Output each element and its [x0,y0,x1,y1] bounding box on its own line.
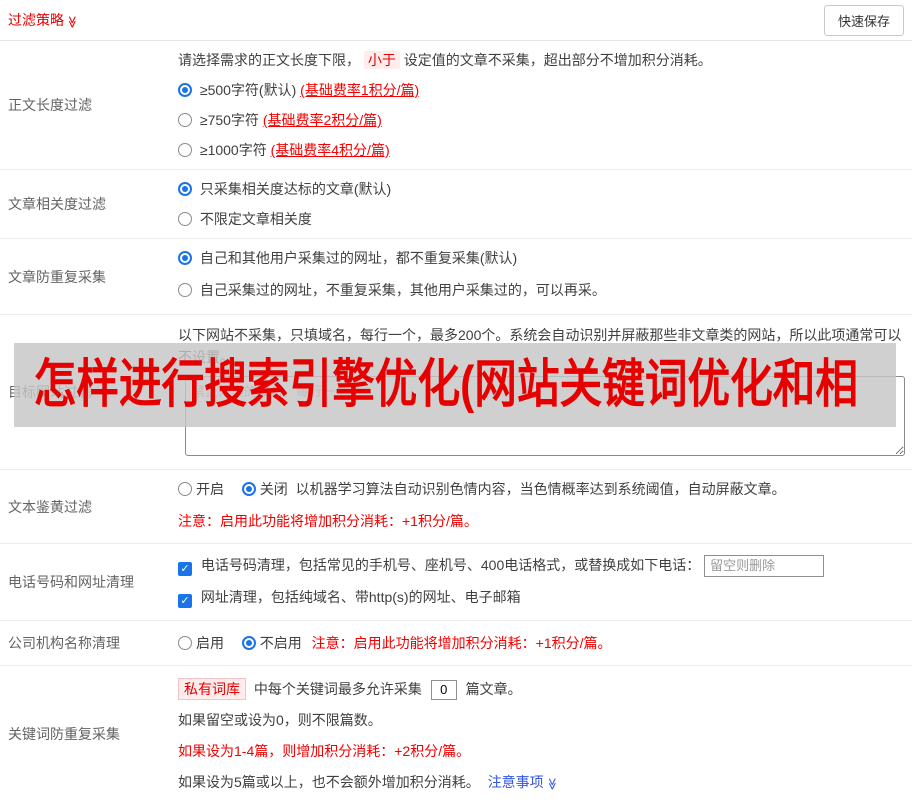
radio-icon[interactable] [178,143,192,157]
section-porn-filter: 文本鉴黄过滤 开启 关闭 以机器学习算法自动识别色情内容，当色情概率达到系统阈值… [0,470,912,544]
notice-link[interactable]: 注意事项≫ [488,774,559,790]
phone-clean-text: 电话号码清理，包括常见的手机号、座机号、400电话格式，或替换成如下电话： [200,557,701,573]
porn-filter-on-option[interactable]: 开启 [178,481,228,497]
company-clean-note: 注意：启用此功能将增加积分消耗：+1积分/篇。 [311,635,612,651]
keyword-note-five: 如果设为5篇或以上，也不会额外增加积分消耗。 注意事项≫ [178,772,906,793]
radio-selected-icon[interactable] [241,636,256,650]
porn-filter-note: 注意：启用此功能将增加积分消耗：+1积分/篇。 [178,513,478,529]
check-icon: ✓ [180,563,190,575]
keyword-note-zero: 如果留空或设为0，则不限篇数。 [178,712,382,728]
url-clean-text: 网址清理，包括纯域名、带http(s)的网址、电子邮箱 [200,589,521,605]
dedupe-option-all[interactable]: 自己和其他用户采集过的网址，都不重复采集(默认) [178,248,906,268]
section-label: 关键词防重复采集 [8,726,120,742]
replacement-phone-input[interactable] [704,554,825,577]
length-option-500[interactable]: ≥500字符(默认) (基础费率1积分/篇) [178,80,906,100]
phone-clean-checkbox[interactable]: ✓ [178,557,201,576]
porn-filter-desc: 以机器学习算法自动识别色情内容，当色情概率达到系统阈值，自动屏蔽文章。 [295,481,786,497]
section-label: 正文长度过滤 [8,97,92,113]
page-title[interactable]: 过滤策略≫ [8,10,79,30]
section-dedupe: 文章防重复采集 自己和其他用户采集过的网址，都不重复采集(默认) 自己采集过的网… [0,239,912,315]
section-label: 文本鉴黄过滤 [8,498,92,515]
chevron-double-down-icon: ≫ [544,777,559,791]
section-label: 文章相关度过滤 [8,196,106,212]
porn-filter-off-option[interactable]: 关闭 [241,481,292,497]
company-clean-on-option[interactable]: 启用 [178,635,228,651]
radio-icon[interactable] [178,113,192,127]
section-relevance-filter: 文章相关度过滤 只采集相关度达标的文章(默认) 不限定文章相关度 [0,170,912,239]
fee-note: (基础费率2积分/篇) [262,112,382,128]
radio-selected-icon[interactable] [178,182,192,196]
private-thesaurus-chip: 私有词库 [178,678,246,700]
keyword-note-cost: 如果设为1-4篇，则增加积分消耗：+2积分/篇。 [178,743,471,759]
promo-overlay-band: 怎样进行搜索引擎优化(网站关键词优化和相 [14,343,896,427]
section-label: 公司机构名称清理 [8,635,120,651]
length-option-750[interactable]: ≥750字符 (基础费率2积分/篇) [178,110,906,130]
url-clean-checkbox[interactable]: ✓ [178,589,201,608]
radio-icon[interactable] [178,636,192,650]
section-company-clean: 公司机构名称清理 启用 不启用 注意：启用此功能将增加积分消耗：+1积分/篇。 [0,621,912,666]
page-title-text: 过滤策略 [8,12,64,28]
radio-selected-icon[interactable] [241,482,256,496]
section-label: 文章防重复采集 [8,268,106,285]
chevron-double-down-icon: ≫ [65,15,80,29]
top-toolbar: 过滤策略≫ 快速保存 [0,0,912,41]
fee-note: (基础费率1积分/篇) [300,82,420,98]
checkbox-checked-icon[interactable]: ✓ [178,594,192,608]
keyword-count-input[interactable] [430,679,457,700]
checkbox-checked-icon[interactable]: ✓ [178,562,192,576]
section-phone-url-clean: 电话号码和网址清理 ✓ 电话号码清理，包括常见的手机号、座机号、400电话格式，… [0,544,912,621]
relevance-option-any[interactable]: 不限定文章相关度 [178,209,906,229]
fee-note: (基础费率4积分/篇) [270,142,390,158]
promo-overlay-text: 怎样进行搜索引擎优化(网站关键词优化和相 [33,356,859,414]
section-length-filter: 正文长度过滤 请选择需求的正文长度下限， 小于 设定值的文章不采集，超出部分不增… [0,41,912,170]
section-keyword-dedupe: 关键词防重复采集 私有词库 中每个关键词最多允许采集 篇文章。 如果留空或设为0… [0,666,912,802]
length-intro: 请选择需求的正文长度下限， 小于 设定值的文章不采集，超出部分不增加积分消耗。 [178,51,712,69]
check-icon: ✓ [180,595,190,607]
less-than-highlight: 小于 [363,51,400,69]
dedupe-option-own[interactable]: 自己采集过的网址，不重复采集，其他用户采集过的，可以再采。 [178,280,906,300]
section-label: 电话号码和网址清理 [8,574,134,590]
radio-selected-icon[interactable] [178,251,192,265]
radio-selected-icon[interactable] [178,83,192,97]
radio-icon[interactable] [178,212,192,226]
length-option-1000[interactable]: ≥1000字符 (基础费率4积分/篇) [178,140,906,160]
relevance-option-strict[interactable]: 只采集相关度达标的文章(默认) [178,179,906,199]
company-clean-off-option[interactable]: 不启用 [241,635,306,651]
radio-icon[interactable] [178,283,192,297]
quick-save-button[interactable]: 快速保存 [823,4,904,36]
radio-icon[interactable] [178,482,192,496]
